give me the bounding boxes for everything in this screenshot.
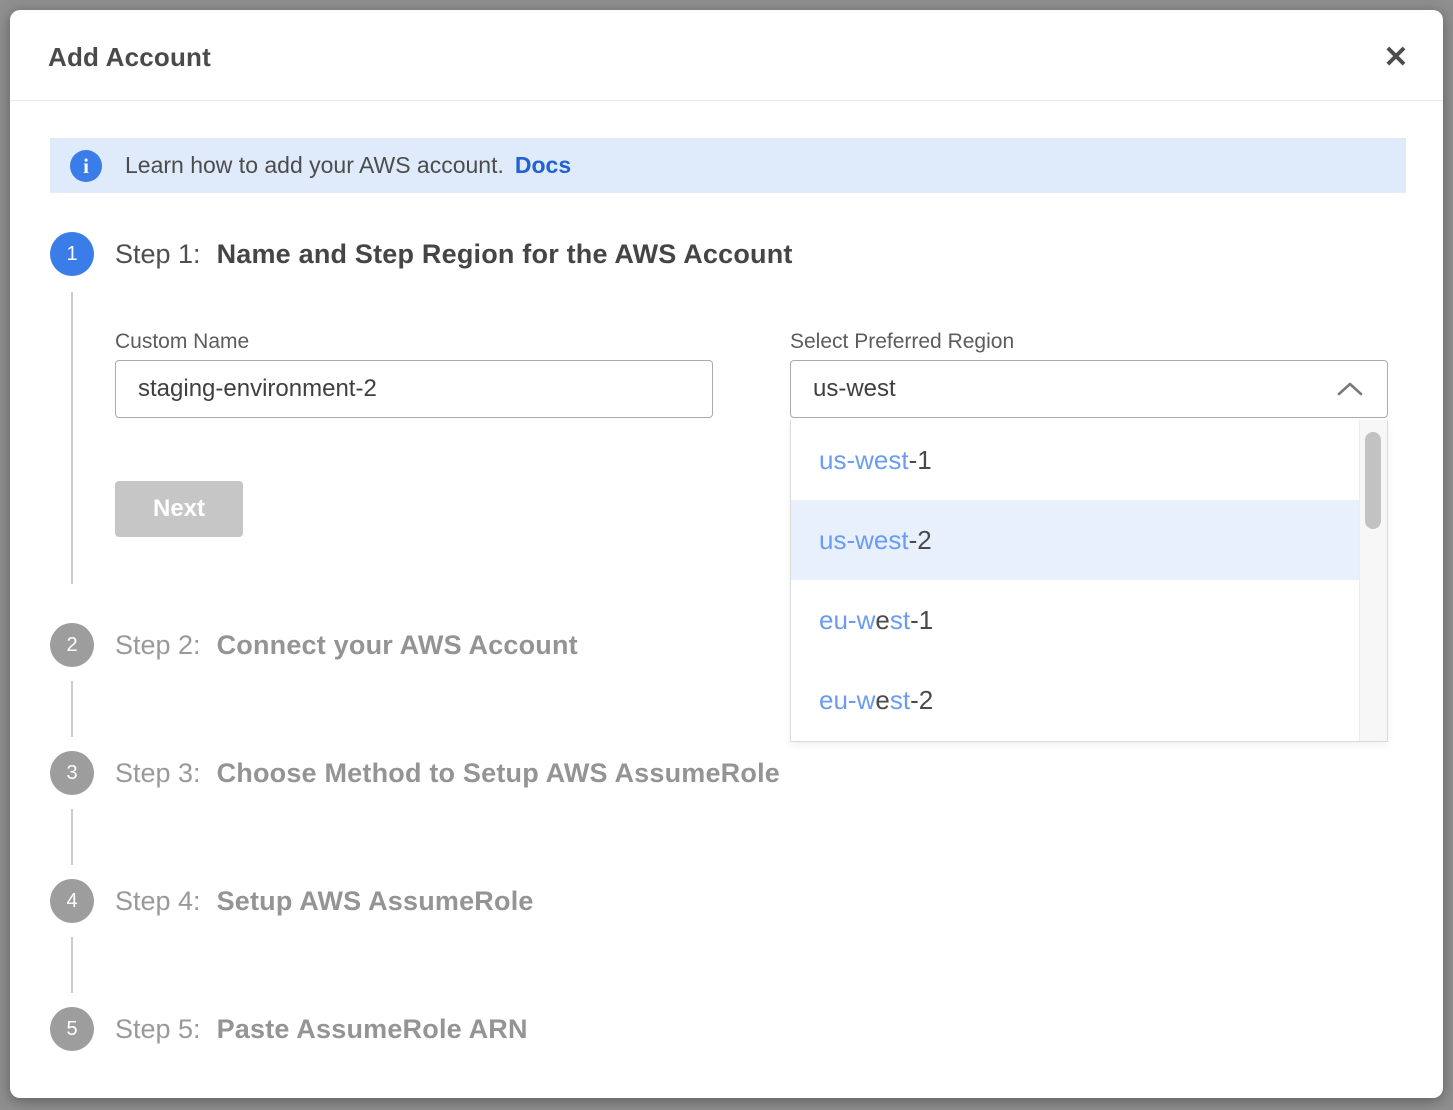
option-text-segment: us-west — [819, 445, 909, 476]
step-2-title: Connect your AWS Account — [217, 630, 578, 661]
step-5-badge: 5 — [50, 1007, 94, 1051]
option-text-segment: e — [875, 605, 889, 636]
step-row-5: 5 Step 5: Paste AssumeRole ARN — [50, 1007, 528, 1051]
banner-text: Learn how to add your AWS account. — [125, 152, 504, 179]
step-3-title: Choose Method to Setup AWS AssumeRole — [217, 758, 780, 789]
step-connector-3-4 — [71, 809, 73, 865]
info-banner: i Learn how to add your AWS account. Doc… — [50, 138, 1406, 193]
region-combobox — [790, 360, 1388, 418]
step-4-prefix: Step 4: — [115, 886, 201, 917]
dropdown-scrollbar-thumb[interactable] — [1365, 432, 1381, 529]
screen-background: Add Account ✕ i Learn how to add your AW… — [0, 0, 1453, 1110]
modal-title: Add Account — [48, 42, 211, 73]
region-dropdown-panel: us-west-1 us-west-2 eu-west-1 eu-west-2 — [790, 420, 1388, 742]
docs-link[interactable]: Docs — [515, 152, 571, 179]
step-1-prefix: Step 1: — [115, 239, 201, 270]
region-label: Select Preferred Region — [790, 330, 1014, 354]
option-text-segment: -1 — [909, 445, 932, 476]
header-divider — [10, 100, 1443, 101]
step-4-badge: 4 — [50, 879, 94, 923]
region-input[interactable] — [790, 360, 1388, 418]
custom-name-label: Custom Name — [115, 330, 249, 354]
chevron-up-icon[interactable] — [1328, 360, 1372, 418]
option-text-segment: eu-w — [819, 605, 875, 636]
info-icon: i — [70, 150, 102, 182]
option-text-segment: -2 — [910, 685, 933, 716]
step-row-2: 2 Step 2: Connect your AWS Account — [50, 623, 578, 667]
step-connector-4-5 — [71, 937, 73, 993]
step-4-title: Setup AWS AssumeRole — [217, 886, 534, 917]
step-5-prefix: Step 5: — [115, 1014, 201, 1045]
step-row-1: 1 Step 1: Name and Step Region for the A… — [50, 232, 793, 276]
step-1-title: Name and Step Region for the AWS Account — [217, 239, 793, 270]
step-3-badge: 3 — [50, 751, 94, 795]
close-icon[interactable]: ✕ — [1378, 40, 1414, 76]
region-option-us-west-1[interactable]: us-west-1 — [791, 420, 1359, 500]
step-connector-1-2 — [71, 292, 73, 584]
option-text-segment: st — [890, 605, 910, 636]
option-text-segment: -1 — [910, 605, 933, 636]
step-1-badge: 1 — [50, 232, 94, 276]
add-account-modal: Add Account ✕ i Learn how to add your AW… — [10, 10, 1443, 1098]
step-2-prefix: Step 2: — [115, 630, 201, 661]
step-2-badge: 2 — [50, 623, 94, 667]
next-button[interactable]: Next — [115, 481, 243, 537]
region-option-eu-west-1[interactable]: eu-west-1 — [791, 580, 1359, 660]
step-5-title: Paste AssumeRole ARN — [217, 1014, 528, 1045]
custom-name-input[interactable] — [115, 360, 713, 418]
region-option-eu-west-2[interactable]: eu-west-2 — [791, 660, 1359, 740]
step-row-3: 3 Step 3: Choose Method to Setup AWS Ass… — [50, 751, 780, 795]
option-text-segment: -2 — [909, 525, 932, 556]
region-option-us-west-2[interactable]: us-west-2 — [791, 500, 1359, 580]
option-text-segment: us-west — [819, 525, 909, 556]
step-3-prefix: Step 3: — [115, 758, 201, 789]
option-text-segment: eu-w — [819, 685, 875, 716]
step-row-4: 4 Step 4: Setup AWS AssumeRole — [50, 879, 534, 923]
option-text-segment: st — [890, 685, 910, 716]
option-text-segment: e — [875, 685, 889, 716]
dropdown-scrollbar-track[interactable] — [1359, 420, 1387, 741]
step-connector-2-3 — [71, 681, 73, 737]
